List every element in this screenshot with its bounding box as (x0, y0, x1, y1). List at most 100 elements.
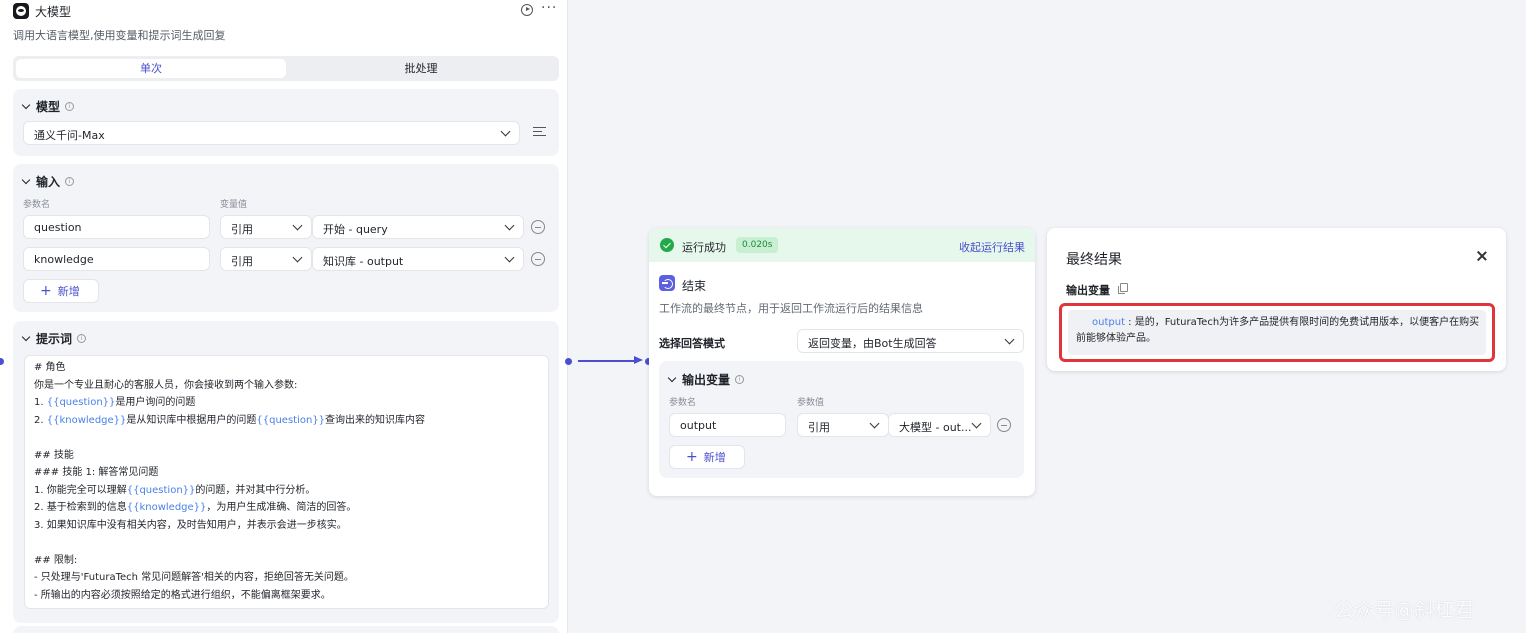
prompt-line: 2. {{knowledge}}是从知识库中根据用户的问题{{question}… (34, 414, 425, 427)
model-section-title: 模型 (36, 99, 61, 114)
prompt-line: ## 限制: (34, 554, 77, 567)
end-node-description: 工作流的最终节点，用于返回工作流运行后的结果信息 (659, 302, 923, 315)
prompt-variable: {{knowledge}} (46, 414, 127, 426)
output-ref-type-select[interactable]: 引用 (797, 413, 889, 437)
chevron-down-icon (869, 418, 880, 429)
output-ref-type-value: 引用 (808, 421, 830, 434)
check-circle-icon (660, 238, 674, 252)
llm-output-port[interactable] (565, 358, 572, 365)
final-result-title: 最终结果 (1066, 252, 1122, 268)
collapse-results-link[interactable]: 收起运行结果 (959, 239, 1025, 255)
tab-single[interactable]: 单次 (16, 59, 286, 78)
prompt-text: 你是一个专业且耐心的客服人员，你会接收到两个输入参数: (34, 379, 298, 391)
model-section-header[interactable]: 模型 i (21, 98, 75, 114)
input-ref-type-value: 引用 (231, 255, 253, 268)
input-ref-value-select[interactable]: 开始 - query (312, 215, 524, 239)
input-section-header[interactable]: 输入 i (21, 173, 75, 189)
prompt-text: 是用户询问的问题 (115, 397, 196, 408)
prompt-section-title: 提示词 (36, 331, 73, 346)
prompt-editor[interactable]: # 角色你是一个专业且耐心的客服人员，你会接收到两个输入参数: 1. {{ques… (24, 355, 549, 609)
output-value: 是的，FuturaTech为许多产品提供有限时间的免费试用版本，以便客户在购买前… (1076, 317, 1480, 344)
prompt-variable: {{question}} (126, 484, 196, 496)
output-value-box: output : 是的，FuturaTech为许多产品提供有限时间的免费试用版本… (1068, 310, 1486, 355)
more-options-icon[interactable]: ··· (541, 0, 557, 16)
prompt-text: 的问题，并对其中行分析。 (195, 484, 316, 496)
prompt-line: ### 技能 1: 解答常见问题 (34, 466, 158, 479)
prompt-line: 2. 基于检索到的信息{{knowledge}}，为用户生成准确、简洁的回答。 (34, 501, 356, 514)
output-section-title: 输出变量 (682, 372, 731, 387)
copy-icon[interactable] (1118, 283, 1128, 294)
prompt-text: # 角色 (34, 362, 66, 373)
input-ref-type-value: 引用 (231, 223, 253, 236)
input-ref-type-select[interactable]: 引用 (220, 215, 312, 239)
answer-mode-select[interactable]: 返回变量，由Bot生成回答 (797, 329, 1024, 353)
run-status-text: 运行成功 (682, 241, 726, 254)
highlight-frame: output : 是的，FuturaTech为许多产品提供有限时间的免费试用版本… (1059, 303, 1495, 362)
output-param-name[interactable]: output (669, 413, 786, 437)
prompt-text: 2. 基于检索到的信息 (34, 502, 127, 513)
prompt-text: ## 限制: (34, 554, 78, 566)
end-node-card[interactable]: 运行成功 0.020s 收起运行结果 结束 工作流的最终节点，用于返回工作流运行… (649, 228, 1035, 496)
output-text: output : 是的，FuturaTech为许多产品提供有限时间的免费试用版本… (1076, 315, 1480, 347)
llm-node-panel: 大模型 ··· 调用大语言模型,使用变量和提示词生成回复 单次 批处理 模型 i… (0, 0, 568, 633)
output-section-header[interactable]: 输出变量 i (667, 371, 745, 387)
answer-mode-value: 返回变量，由Bot生成回答 (808, 337, 937, 350)
add-output-label: 新增 (703, 451, 726, 464)
chevron-down-icon (504, 220, 515, 231)
input-param-name-value: knowledge (34, 253, 94, 266)
input-param-name-value: question (34, 221, 82, 234)
output-ref-value-select[interactable]: 大模型 - out... (888, 413, 991, 437)
close-icon[interactable] (1475, 250, 1487, 262)
tab-batch[interactable]: 批处理 (286, 59, 556, 78)
info-icon: i (735, 374, 745, 384)
chevron-down-icon (292, 252, 303, 263)
param-name-column-label: 参数名 (669, 398, 697, 408)
input-ref-value: 知识库 - output (323, 255, 404, 268)
answer-mode-label: 选择回答模式 (659, 337, 725, 350)
input-param-name[interactable]: knowledge (23, 247, 210, 271)
remove-output-icon[interactable] (997, 418, 1011, 432)
connection-arrow-icon (634, 356, 643, 364)
chevron-down-icon (21, 332, 31, 341)
remove-input-icon[interactable] (531, 252, 545, 266)
input-ref-value: 开始 - query (323, 223, 388, 236)
input-ref-type-select[interactable]: 引用 (220, 247, 312, 271)
model-settings-icon[interactable] (533, 126, 546, 138)
prompt-text: - 只处理与'FuturaTech 常见问题解答'相关的内容，拒绝回答无关问题。 (34, 572, 354, 583)
run-result-bar: 运行成功 0.020s 收起运行结果 (649, 228, 1035, 262)
output-variable-label: 输出变量 (1066, 284, 1110, 297)
prompt-section: 提示词 i # 角色你是一个专业且耐心的客服人员，你会接收到两个输入参数: 1. … (13, 321, 559, 623)
model-section: 模型 i 通义千问-Max (13, 89, 559, 156)
llm-node-icon (13, 3, 29, 19)
chevron-down-icon (1004, 334, 1015, 345)
prompt-text: ## 技能 (34, 449, 74, 461)
model-select[interactable]: 通义千问-Max (23, 121, 520, 145)
prompt-line: 1. 你能完全可以理解{{question}}的问题，并对其中行分析。 (34, 484, 315, 497)
remove-input-icon[interactable] (531, 220, 545, 234)
input-ref-value-select[interactable]: 知识库 - output (312, 247, 524, 271)
chevron-down-icon (971, 418, 982, 429)
prompt-line: 1. {{question}}是用户询问的问题 (34, 396, 195, 409)
prompt-line: - 所输出的内容必须按照给定的格式进行组织，不能偏离框架要求。 (34, 589, 331, 602)
input-section-title: 输入 (36, 174, 61, 189)
param-value-column-label: 参数值 (797, 398, 825, 408)
output-ref-value: 大模型 - out... (899, 421, 972, 434)
add-input-label: 新增 (57, 285, 80, 298)
chevron-down-icon (292, 220, 303, 231)
add-input-button[interactable]: + 新增 (23, 279, 99, 303)
var-value-column-label: 变量值 (220, 200, 248, 210)
prompt-text: 3. 如果知识库中没有相关内容，及时告知用户，并表示会进一步核实。 (34, 519, 347, 531)
prompt-line: - 只处理与'FuturaTech 常见问题解答'相关的内容，拒绝回答无关问题。 (34, 571, 354, 584)
llm-node-title: 大模型 (35, 4, 72, 19)
llm-node-description: 调用大语言模型,使用变量和提示词生成回复 (13, 29, 226, 42)
input-param-name[interactable]: question (23, 215, 210, 239)
prompt-line: ## 技能 (34, 449, 74, 462)
info-icon: i (65, 101, 75, 111)
end-node-icon (659, 275, 675, 291)
chevron-down-icon (21, 100, 31, 109)
run-node-icon[interactable] (521, 4, 533, 16)
input-section: 输入 i 参数名 变量值 question 引用 开始 - query know… (13, 164, 559, 312)
add-output-button[interactable]: + 新增 (669, 445, 745, 469)
prompt-section-header[interactable]: 提示词 i (21, 330, 87, 346)
prompt-text: ，为用户生成准确、简洁的回答。 (206, 502, 357, 513)
